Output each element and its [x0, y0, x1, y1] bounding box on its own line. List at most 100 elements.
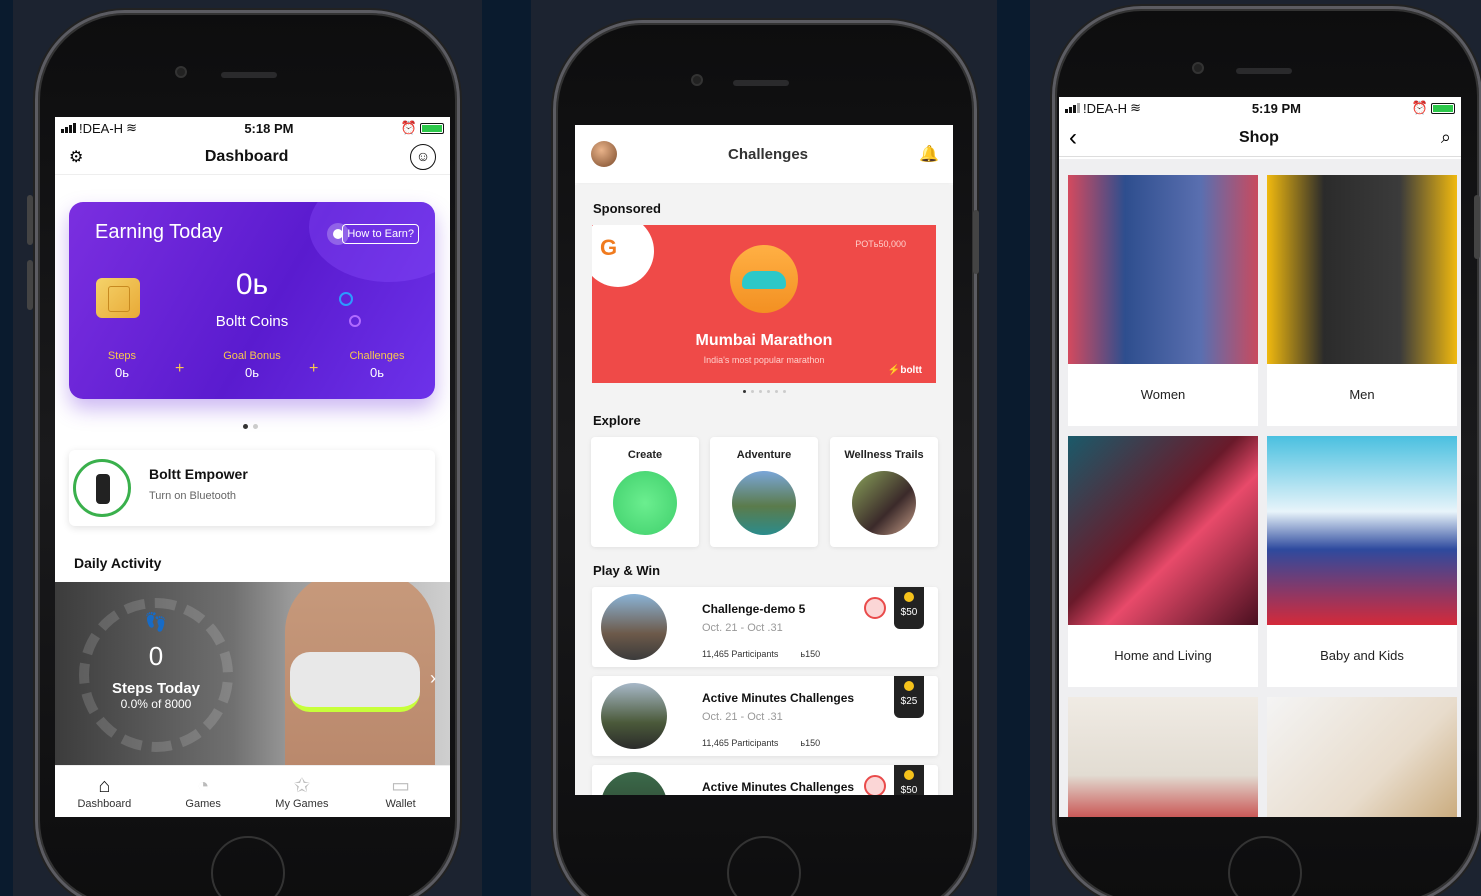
back-icon[interactable]: ‹	[1069, 124, 1077, 152]
category-label: Women	[1140, 387, 1186, 402]
tab-games[interactable]: ◔ Games	[154, 766, 253, 817]
tab-label: Wallet	[385, 798, 416, 810]
challenge-card[interactable]: Active Minutes Challenges $50	[592, 765, 938, 795]
category-label: Home and Living	[1114, 648, 1212, 663]
section-title: Explore	[593, 413, 641, 428]
explore-create[interactable]: Create	[591, 437, 699, 547]
shop-grid: Women Men Home and Living Baby and Kids	[1059, 159, 1461, 817]
signal-icon	[61, 123, 76, 133]
sponsored-stamp-icon	[864, 775, 886, 795]
empower-title: Boltt Empower	[149, 466, 248, 482]
category-tile-home-living[interactable]: Home and Living	[1068, 436, 1258, 687]
shoe-icon	[730, 245, 798, 313]
sponsored-stamp-icon	[864, 597, 886, 619]
men-image	[1267, 175, 1457, 364]
power-button	[1474, 195, 1480, 259]
star-icon: ✩	[293, 775, 311, 797]
category-tile-women[interactable]: Women	[1068, 175, 1258, 426]
stat-value: 0ь	[369, 365, 384, 380]
daily-activity-banner[interactable]: 👣 0 Steps Today 0.0% of 8000 ›	[55, 582, 450, 767]
explore-label: Adventure	[736, 449, 792, 461]
carousel-dots[interactable]	[243, 424, 258, 429]
wifi-icon: ≋	[1130, 100, 1141, 115]
alarm-icon: ⏰	[1411, 100, 1428, 115]
tab-dashboard[interactable]: ⌂ Dashboard	[55, 766, 154, 817]
camera-icon	[691, 74, 703, 86]
challenge-card[interactable]: Active Minutes Challenges Oct. 21 - Oct …	[592, 676, 938, 756]
alarm-icon: ⏰	[400, 120, 417, 135]
category-tile-baby-kids[interactable]: Baby and Kids	[1267, 436, 1457, 687]
page-title: Dashboard	[204, 147, 289, 165]
plus-sign: +	[175, 360, 185, 377]
screen-dashboard: !DEA-H ≋ 5:18 PM ⏰ ⚙ Dashboard ☺ Earning…	[55, 117, 450, 817]
stat-challenges: Challenges 0ь	[341, 350, 413, 380]
explore-wellness-trails[interactable]: Wellness Trails	[830, 437, 938, 547]
challenge-image	[601, 772, 667, 795]
volume-button	[27, 260, 33, 310]
clock: 5:19 PM	[1251, 100, 1301, 116]
stat-label: Challenges	[349, 350, 405, 362]
footsteps-icon: 👣	[144, 612, 168, 632]
women-image	[1068, 175, 1258, 364]
status-bar: !DEA-H ≋ 5:18 PM ⏰	[55, 117, 450, 139]
kitchen-image	[1068, 697, 1258, 817]
battery-icon	[419, 122, 444, 134]
avatar[interactable]	[591, 141, 617, 167]
athlete-image	[290, 652, 420, 712]
bell-icon[interactable]: 🔔	[919, 144, 939, 164]
stationery-image	[1267, 697, 1457, 817]
section-title: Play & Win	[593, 563, 661, 578]
how-to-earn-button[interactable]: How to Earn?	[342, 224, 419, 244]
battery-icon	[1430, 102, 1455, 114]
status-bar: !DEA-H ≋ 5:19 PM ⏰	[1059, 97, 1461, 119]
carousel-dots[interactable]	[743, 390, 786, 393]
brand-logo: ⚡boltt	[887, 365, 922, 376]
challenge-meta: 11,465 Participants ь150	[702, 649, 820, 659]
category-tile-stationery[interactable]	[1267, 697, 1457, 817]
category-label: Men	[1349, 387, 1375, 402]
screen-shop: !DEA-H ≋ 5:19 PM ⏰ ‹ Shop ⌕ Women Men Ho…	[1059, 97, 1461, 817]
category-tile-men[interactable]: Men	[1267, 175, 1457, 426]
header: ⚙ Dashboard ☺	[55, 139, 450, 175]
coins-label: Boltt Coins	[215, 313, 289, 330]
speaker	[1236, 68, 1292, 74]
chevron-right-icon[interactable]: ›	[430, 668, 436, 689]
tab-wallet[interactable]: ▭ Wallet	[351, 766, 450, 817]
explore-adventure[interactable]: Adventure	[710, 437, 818, 547]
screen-challenges: Challenges 🔔 Sponsored G POTь50,000 Mumb…	[575, 125, 953, 795]
page-title: Shop	[1238, 128, 1279, 146]
challenges-content: Sponsored G POTь50,000 Mumbai Marathon I…	[575, 185, 953, 795]
phone-panel-challenges: Challenges 🔔 Sponsored G POTь50,000 Mumb…	[531, 0, 997, 896]
steps-value: 0	[148, 641, 164, 671]
tab-label: Dashboard	[77, 798, 132, 810]
speaker	[733, 80, 789, 86]
participants: 11,465 Participants	[702, 738, 779, 748]
earning-title: Earning Today	[95, 221, 223, 243]
challenge-name: Challenge-demo 5	[702, 602, 806, 616]
sponsored-banner[interactable]: G POTь50,000 Mumbai Marathon India's mos…	[592, 225, 936, 383]
camera-icon	[175, 66, 187, 78]
section-title: Daily Activity	[74, 555, 162, 571]
challenge-name: Active Minutes Challenges	[702, 780, 855, 794]
tab-my-games[interactable]: ✩ My Games	[253, 766, 352, 817]
whistle-icon: ◔	[197, 775, 210, 797]
search-icon[interactable]: ⌕	[1441, 127, 1451, 148]
wifi-icon: ≋	[126, 120, 137, 135]
profile-icon[interactable]: ☺	[409, 143, 436, 170]
challenge-dates: Oct. 21 - Oct .31	[702, 711, 783, 723]
volume-button	[27, 195, 33, 245]
tab-label: My Games	[275, 798, 329, 810]
banner-subtitle: India's most popular marathon	[703, 355, 825, 365]
category-tile-kitchen[interactable]	[1068, 697, 1258, 817]
category-label: Baby and Kids	[1320, 648, 1404, 663]
earning-card[interactable]: Earning Today How to Earn? 0ь Boltt Coin…	[69, 202, 435, 399]
prize-badge: $50	[894, 765, 924, 795]
settings-icon[interactable]: ⚙	[69, 147, 83, 167]
challenge-meta: 11,465 Participants ь150	[702, 738, 820, 748]
speaker	[221, 72, 277, 78]
boltt-empower-card[interactable]: Boltt Empower Turn on Bluetooth	[69, 450, 435, 526]
challenge-card[interactable]: Challenge-demo 5 Oct. 21 - Oct .31 11,46…	[592, 587, 938, 667]
explore-label: Create	[627, 449, 663, 461]
empower-subtitle: Turn on Bluetooth	[149, 490, 237, 502]
page-title: Challenges	[727, 145, 809, 163]
